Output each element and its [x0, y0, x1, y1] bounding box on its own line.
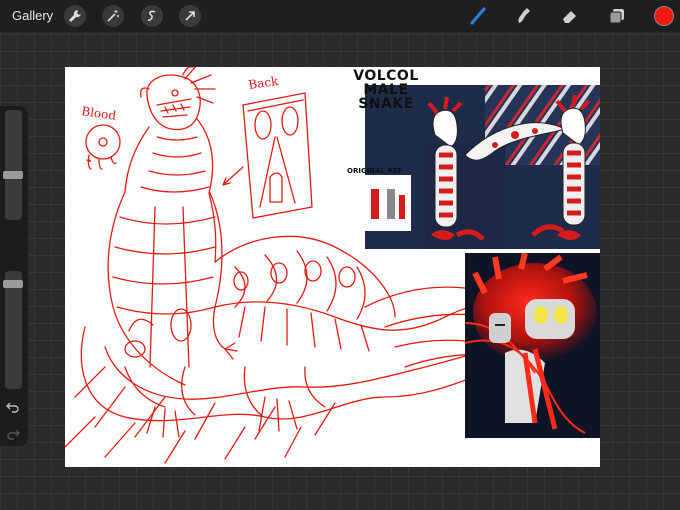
- drawing-canvas[interactable]: Blood Back VOLCOL MALE SNAKE ORIGINAL RE…: [65, 67, 600, 467]
- layers-icon[interactable]: [607, 6, 627, 26]
- eraser-icon[interactable]: [560, 6, 580, 26]
- wrench-icon[interactable]: [64, 5, 86, 27]
- brush-size-handle[interactable]: [3, 171, 23, 179]
- blood-label: Blood: [81, 104, 118, 123]
- color-swatch[interactable]: [654, 6, 674, 26]
- smudge-icon[interactable]: [513, 6, 533, 26]
- ref-title-line2: MALE: [363, 82, 409, 98]
- ref-title-line3: SNAKE: [358, 96, 414, 112]
- original-ref-label: ORIGINAL REF: [347, 167, 403, 175]
- reference-title: VOLCOL MALE SNAKE: [345, 69, 427, 111]
- back-label: Back: [247, 74, 279, 92]
- selection-icon[interactable]: [141, 5, 163, 27]
- transform-arrow-icon[interactable]: [179, 5, 201, 27]
- undo-icon[interactable]: [6, 401, 20, 413]
- redo-icon[interactable]: [6, 428, 20, 440]
- magic-wand-icon[interactable]: [102, 5, 124, 27]
- reference-artwork: [465, 253, 600, 438]
- opacity-slider[interactable]: [3, 271, 23, 389]
- top-toolbar: Gallery: [0, 0, 680, 32]
- gallery-button[interactable]: Gallery: [12, 8, 53, 23]
- brush-icon[interactable]: [468, 6, 488, 26]
- brush-size-slider[interactable]: [3, 110, 23, 220]
- left-sidebar: [0, 106, 28, 446]
- opacity-handle[interactable]: [3, 280, 23, 288]
- ref-title-line1: VOLCOL: [353, 68, 419, 84]
